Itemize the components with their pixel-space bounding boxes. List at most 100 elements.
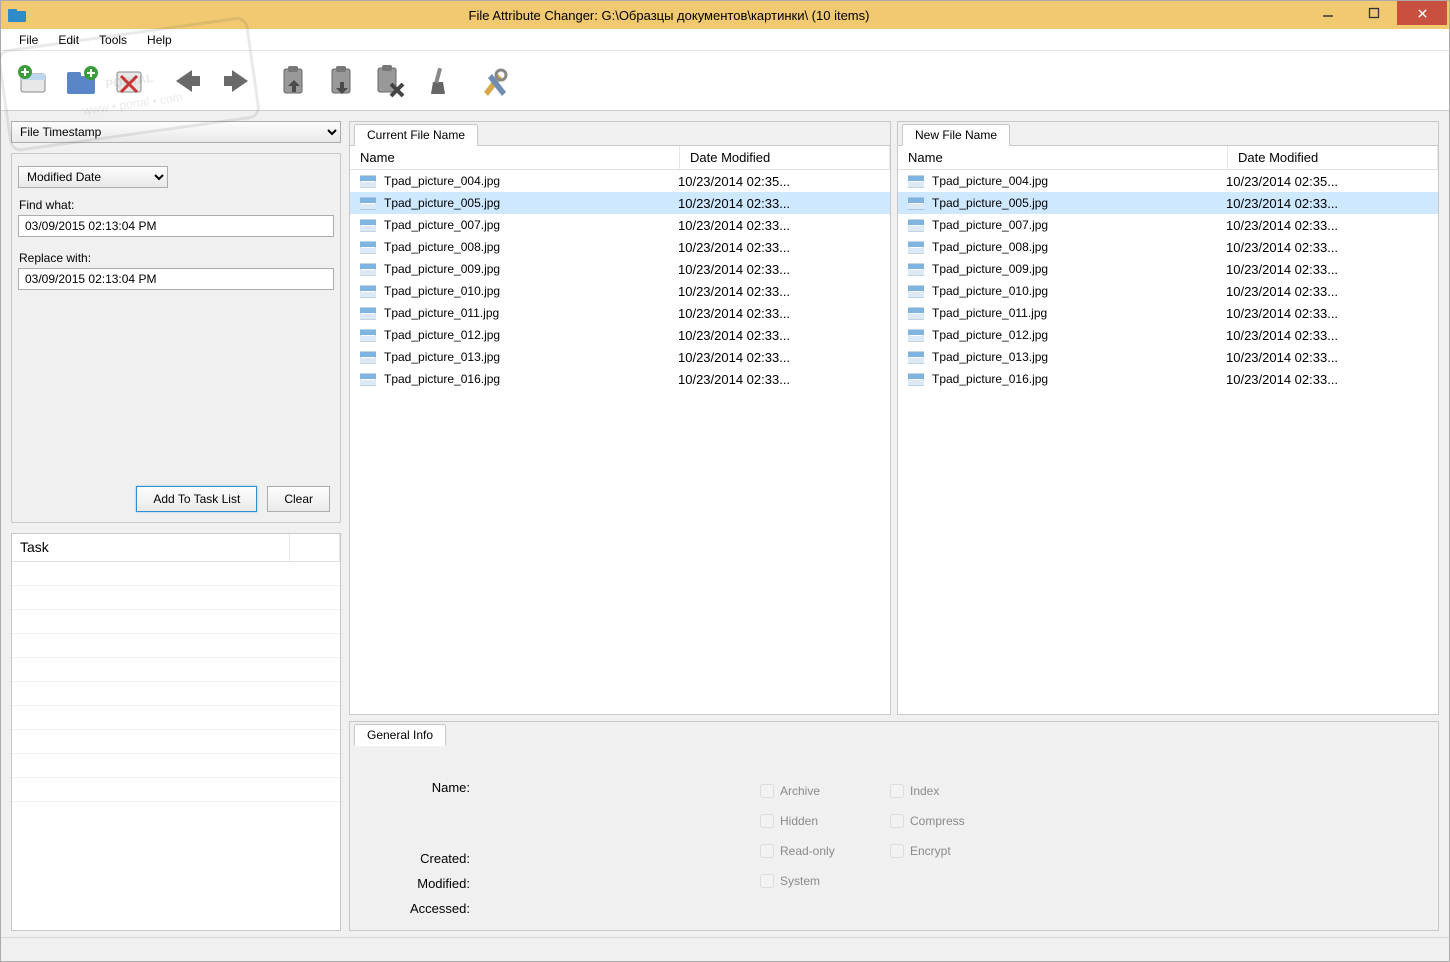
file-date: 10/23/2014 02:33... xyxy=(674,262,884,277)
file-row[interactable]: Tpad_picture_005.jpg 10/23/2014 02:33... xyxy=(898,192,1438,214)
menu-help[interactable]: Help xyxy=(137,31,182,49)
maximize-button[interactable] xyxy=(1351,1,1397,25)
file-row[interactable]: Tpad_picture_005.jpg10/23/2014 02:33... xyxy=(350,192,890,214)
file-row[interactable]: Tpad_picture_007.jpg10/23/2014 02:33... xyxy=(898,214,1438,236)
general-info-fields: Name: Created: Modified: Accessed: xyxy=(380,766,760,910)
col-name-new[interactable]: Name xyxy=(898,146,1228,169)
menu-edit[interactable]: Edit xyxy=(48,31,89,49)
file-name: Tpad_picture_007.jpg xyxy=(384,218,500,232)
file-row[interactable]: Tpad_picture_010.jpg 10/23/2014 02:33... xyxy=(350,280,890,302)
clipboard-down-button[interactable] xyxy=(319,59,365,103)
file-row[interactable]: Tpad_picture_007.jpg 10/23/2014 02:33... xyxy=(350,214,890,236)
chk-hidden[interactable]: Hidden xyxy=(760,806,890,836)
file-name: Tpad_picture_010.jpg xyxy=(384,284,500,298)
image-file-icon xyxy=(360,350,376,364)
file-row[interactable]: Tpad_picture_011.jpg10/23/2014 02:33... xyxy=(898,302,1438,324)
mode-select[interactable]: File Timestamp xyxy=(11,121,341,143)
current-tab[interactable]: Current File Name xyxy=(354,124,478,146)
minimize-button[interactable] xyxy=(1305,1,1351,25)
task-body xyxy=(12,562,340,930)
file-row[interactable]: Tpad_picture_009.jpg 10/23/2014 02:33... xyxy=(350,258,890,280)
chk-compress[interactable]: Compress xyxy=(890,806,1020,836)
file-name: Tpad_picture_007.jpg xyxy=(932,218,1048,232)
forward-button[interactable] xyxy=(213,59,259,103)
col-date-current[interactable]: Date Modified xyxy=(680,146,890,169)
file-name: Tpad_picture_008.jpg xyxy=(932,240,1048,254)
main-area: File Timestamp Modified Date Find what: … xyxy=(1,111,1449,935)
window-controls xyxy=(1305,1,1449,29)
gi-created-label: Created: xyxy=(380,851,470,866)
clipboard-up-button[interactable] xyxy=(271,59,317,103)
statusbar xyxy=(1,937,1449,961)
remove-button[interactable] xyxy=(107,59,153,103)
image-file-icon xyxy=(908,240,924,254)
image-file-icon xyxy=(360,196,376,210)
image-file-icon xyxy=(908,372,924,386)
file-date: 10/23/2014 02:35... xyxy=(674,174,884,189)
file-date: 10/23/2014 02:33... xyxy=(674,372,884,387)
file-row[interactable]: Tpad_picture_008.jpg 10/23/2014 02:33... xyxy=(898,236,1438,258)
task-header-label[interactable]: Task xyxy=(12,534,290,561)
file-date: 10/23/2014 02:33... xyxy=(1222,196,1432,211)
file-row[interactable]: Tpad_picture_010.jpg10/23/2014 02:33... xyxy=(898,280,1438,302)
right-column: Current File Name Name Date Modified Tpa… xyxy=(349,121,1439,931)
file-date: 10/23/2014 02:33... xyxy=(674,218,884,233)
back-button[interactable] xyxy=(165,59,211,103)
add-folder-button[interactable] xyxy=(59,59,105,103)
task-header: Task xyxy=(12,534,340,562)
chk-encrypt[interactable]: Encrypt xyxy=(890,836,1020,866)
col-date-new[interactable]: Date Modified xyxy=(1228,146,1438,169)
menu-file[interactable]: File xyxy=(9,31,48,49)
file-date: 10/23/2014 02:33... xyxy=(674,350,884,365)
current-rows: Tpad_picture_004.jpg10/23/2014 02:35...T… xyxy=(350,170,890,714)
toolbar xyxy=(1,51,1449,111)
file-row[interactable]: Tpad_picture_012.jpg10/23/2014 02:33... xyxy=(898,324,1438,346)
chk-index[interactable]: Index xyxy=(890,776,1020,806)
add-to-task-button[interactable]: Add To Task List xyxy=(136,486,257,512)
file-row[interactable]: Tpad_picture_008.jpg10/23/2014 02:33... xyxy=(350,236,890,258)
col-name-current[interactable]: Name xyxy=(350,146,680,169)
chk-readonly[interactable]: Read-only xyxy=(760,836,890,866)
image-file-icon xyxy=(908,306,924,320)
chk-archive[interactable]: Archive xyxy=(760,776,890,806)
add-file-button[interactable] xyxy=(11,59,57,103)
file-date: 10/23/2014 02:35... xyxy=(1222,174,1432,189)
file-name: Tpad_picture_013.jpg xyxy=(932,350,1048,364)
file-name: Tpad_picture_005.jpg xyxy=(932,196,1048,210)
clipboard-delete-button[interactable] xyxy=(367,59,413,103)
find-input[interactable] xyxy=(18,215,334,237)
file-row[interactable]: Tpad_picture_016.jpg10/23/2014 02:33... xyxy=(898,368,1438,390)
file-row[interactable]: Tpad_picture_011.jpg10/23/2014 02:33... xyxy=(350,302,890,324)
general-info-tab[interactable]: General Info xyxy=(354,724,446,746)
image-file-icon xyxy=(908,196,924,210)
clean-button[interactable] xyxy=(415,59,461,103)
gi-modified-label: Modified: xyxy=(380,876,470,891)
image-file-icon xyxy=(360,328,376,342)
file-row[interactable]: Tpad_picture_004.jpg 10/23/2014 02:35... xyxy=(898,170,1438,192)
close-button[interactable] xyxy=(1397,1,1447,25)
file-row[interactable]: Tpad_picture_009.jpg10/23/2014 02:33... xyxy=(898,258,1438,280)
file-date: 10/23/2014 02:33... xyxy=(674,284,884,299)
clear-button[interactable]: Clear xyxy=(267,486,330,512)
file-row[interactable]: Tpad_picture_016.jpg10/23/2014 02:33... xyxy=(350,368,890,390)
current-tabstrip: Current File Name xyxy=(350,122,890,146)
file-date: 10/23/2014 02:33... xyxy=(1222,284,1432,299)
chk-system[interactable]: System xyxy=(760,866,890,896)
file-name: Tpad_picture_011.jpg xyxy=(384,306,499,320)
file-row[interactable]: Tpad_picture_012.jpg10/23/2014 02:33... xyxy=(350,324,890,346)
file-row[interactable]: Tpad_picture_013.jpg10/23/2014 02:33... xyxy=(898,346,1438,368)
file-row[interactable]: Tpad_picture_013.jpg10/23/2014 02:33... xyxy=(350,346,890,368)
replace-input[interactable] xyxy=(18,268,334,290)
image-file-icon xyxy=(908,174,924,188)
file-name: Tpad_picture_004.jpg xyxy=(932,174,1048,188)
image-file-icon xyxy=(360,240,376,254)
date-type-select[interactable]: Modified Date xyxy=(18,166,168,188)
menu-tools[interactable]: Tools xyxy=(89,31,137,49)
image-file-icon xyxy=(908,328,924,342)
file-date: 10/23/2014 02:33... xyxy=(1222,240,1432,255)
file-date: 10/23/2014 02:33... xyxy=(1222,328,1432,343)
new-tab[interactable]: New File Name xyxy=(902,124,1010,146)
tools-button[interactable] xyxy=(473,59,519,103)
file-row[interactable]: Tpad_picture_004.jpg10/23/2014 02:35... xyxy=(350,170,890,192)
file-name: Tpad_picture_009.jpg xyxy=(384,262,500,276)
